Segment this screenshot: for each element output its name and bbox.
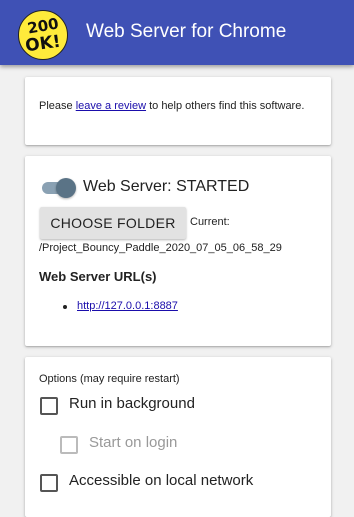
- start-on-login-checkbox: [60, 436, 78, 454]
- app-title: Web Server for Chrome: [86, 21, 287, 42]
- app-header: 200 OK! Web Server for Chrome: [0, 0, 354, 65]
- options-card: Options (may require restart) Run in bac…: [25, 357, 331, 517]
- server-card: Web Server: STARTED CHOOSE FOLDER Curren…: [25, 156, 331, 346]
- run-in-background-checkbox[interactable]: [40, 397, 58, 415]
- current-folder-path: /Project_Bouncy_Paddle_2020_07_05_06_58_…: [39, 242, 282, 254]
- toggle-knob: [56, 178, 76, 198]
- app-logo: 200 OK!: [18, 10, 68, 60]
- start-on-login-label: Start on login: [89, 434, 178, 451]
- leave-review-link[interactable]: leave a review: [76, 100, 146, 112]
- server-status: Web Server: STARTED: [83, 178, 250, 195]
- review-message: Please leave a review to help others fin…: [39, 100, 304, 112]
- run-in-background-label: Run in background: [69, 395, 195, 412]
- local-network-label: Accessible on local network: [69, 472, 254, 489]
- server-urls-heading: Web Server URL(s): [39, 269, 157, 284]
- bullet-icon: [63, 305, 67, 309]
- review-suffix: to help others find this software.: [146, 100, 305, 112]
- server-toggle[interactable]: [40, 178, 76, 198]
- review-card: Please leave a review to help others fin…: [25, 77, 331, 145]
- review-prefix: Please: [39, 100, 76, 112]
- options-heading: Options (may require restart): [39, 373, 180, 385]
- local-network-checkbox[interactable]: [40, 474, 58, 492]
- current-folder-label: Current:: [190, 216, 230, 228]
- server-url-link[interactable]: http://127.0.0.1:8887: [77, 300, 178, 312]
- choose-folder-button[interactable]: CHOOSE FOLDER: [40, 207, 186, 239]
